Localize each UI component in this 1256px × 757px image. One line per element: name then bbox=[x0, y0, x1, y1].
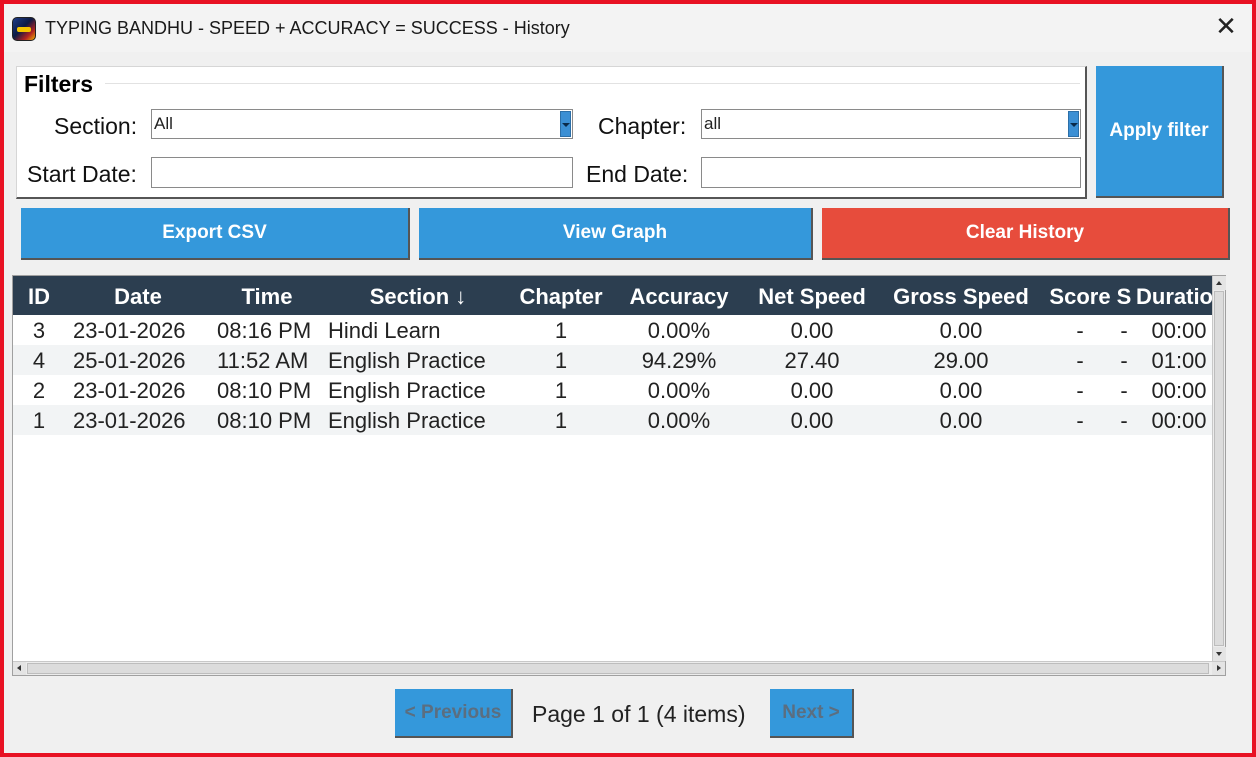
cell-time: 08:10 PM bbox=[217, 408, 312, 433]
scroll-up-icon[interactable] bbox=[1213, 276, 1226, 290]
cell-gross-speed: 0.00 bbox=[939, 378, 983, 403]
table-row[interactable]: 2 23-01-2026 08:10 PM English Practice 1… bbox=[13, 375, 1223, 405]
column-header-net-speed[interactable]: Net Speed bbox=[751, 276, 873, 315]
export-csv-button[interactable]: Export CSV bbox=[21, 208, 410, 260]
app-logo-icon bbox=[12, 17, 36, 41]
cell-section: English Practice bbox=[328, 408, 486, 433]
start-date-label: Start Date: bbox=[27, 161, 137, 187]
cell-duration: 00:00 bbox=[1151, 408, 1207, 433]
cell-score: - bbox=[1076, 348, 1084, 373]
cell-duration: 00:00 bbox=[1151, 318, 1207, 343]
cell-score: - bbox=[1076, 318, 1084, 343]
close-icon[interactable]: ✕ bbox=[1214, 14, 1238, 40]
column-header-section[interactable]: Section ↓ bbox=[343, 276, 493, 315]
cell-chapter: 1 bbox=[554, 378, 568, 403]
column-header-gross-speed[interactable]: Gross Speed bbox=[889, 276, 1033, 315]
cell-duration: 01:00 bbox=[1151, 348, 1207, 373]
chapter-dropdown-value: all bbox=[704, 114, 722, 133]
section-dropdown-value: All bbox=[154, 114, 173, 133]
start-date-input[interactable] bbox=[151, 157, 573, 188]
previous-page-button[interactable]: < Previous bbox=[395, 689, 513, 738]
cell-accuracy: 0.00% bbox=[647, 318, 711, 343]
cell-accuracy: 0.00% bbox=[647, 378, 711, 403]
cell-gross-speed: 0.00 bbox=[939, 318, 983, 343]
title-bar: TYPING BANDHU - SPEED + ACCURACY = SUCCE… bbox=[4, 4, 1252, 52]
horizontal-scroll-thumb[interactable] bbox=[27, 663, 1209, 674]
section-dropdown-arrow-icon[interactable] bbox=[560, 111, 571, 137]
cell-gross-speed: 29.00 bbox=[933, 348, 989, 373]
section-label: Section: bbox=[54, 113, 138, 139]
cell-date: 23-01-2026 bbox=[73, 378, 186, 403]
chapter-dropdown-arrow-icon[interactable] bbox=[1068, 111, 1079, 137]
cell-date: 23-01-2026 bbox=[73, 408, 186, 433]
column-header-accuracy[interactable]: Accuracy bbox=[623, 276, 735, 315]
cell-date: 25-01-2026 bbox=[73, 348, 186, 373]
cell-accuracy: 94.29% bbox=[641, 348, 717, 373]
cell-id: 1 bbox=[32, 408, 46, 433]
cell-score: - bbox=[1076, 378, 1084, 403]
filters-title: Filters bbox=[24, 71, 94, 97]
filters-panel: Filters Section: All Chapter: all Start … bbox=[16, 66, 1087, 199]
cell-id: 3 bbox=[32, 318, 46, 343]
vertical-scroll-thumb[interactable] bbox=[1214, 291, 1224, 646]
table-header: ID Date Time Section ↓ Chapter Accuracy … bbox=[13, 276, 1223, 315]
cell-net-speed: 0.00 bbox=[790, 378, 834, 403]
cell-s: - bbox=[1120, 378, 1128, 403]
page-info: Page 1 of 1 (4 items) bbox=[532, 701, 746, 727]
cell-section: English Practice bbox=[328, 348, 486, 373]
next-page-button[interactable]: Next > bbox=[770, 689, 854, 738]
column-header-date[interactable]: Date bbox=[71, 276, 205, 315]
chapter-label: Chapter: bbox=[598, 113, 687, 139]
history-table: ID Date Time Section ↓ Chapter Accuracy … bbox=[12, 275, 1226, 676]
column-header-id[interactable]: ID bbox=[17, 276, 61, 315]
view-graph-button[interactable]: View Graph bbox=[419, 208, 813, 260]
table-row[interactable]: 1 23-01-2026 08:10 PM English Practice 1… bbox=[13, 405, 1223, 435]
horizontal-scrollbar[interactable] bbox=[13, 661, 1225, 675]
cell-gross-speed: 0.00 bbox=[939, 408, 983, 433]
scroll-left-icon[interactable] bbox=[13, 662, 26, 675]
table-row[interactable]: 4 25-01-2026 11:52 AM English Practice 1… bbox=[13, 345, 1223, 375]
cell-chapter: 1 bbox=[554, 348, 568, 373]
cell-time: 11:52 AM bbox=[217, 348, 309, 373]
section-dropdown[interactable]: All bbox=[151, 109, 573, 139]
column-header-s[interactable]: S bbox=[1113, 276, 1135, 315]
cell-s: - bbox=[1120, 408, 1128, 433]
column-header-duration[interactable]: Duratio bbox=[1136, 276, 1223, 315]
cell-s: - bbox=[1120, 318, 1128, 343]
cell-score: - bbox=[1076, 408, 1084, 433]
cell-duration: 00:00 bbox=[1151, 378, 1207, 403]
cell-id: 4 bbox=[32, 348, 46, 373]
window-title: TYPING BANDHU - SPEED + ACCURACY = SUCCE… bbox=[45, 18, 570, 38]
column-header-time[interactable]: Time bbox=[213, 276, 321, 315]
end-date-input[interactable] bbox=[701, 157, 1081, 188]
cell-id: 2 bbox=[32, 378, 46, 403]
scroll-down-icon[interactable] bbox=[1213, 647, 1226, 661]
cell-net-speed: 0.00 bbox=[790, 408, 834, 433]
apply-filter-button[interactable]: Apply filter bbox=[1096, 66, 1224, 198]
cell-chapter: 1 bbox=[554, 318, 568, 343]
cell-date: 23-01-2026 bbox=[73, 318, 186, 343]
column-header-score[interactable]: Score bbox=[1047, 276, 1113, 315]
cell-accuracy: 0.00% bbox=[647, 408, 711, 433]
cell-net-speed: 0.00 bbox=[790, 318, 834, 343]
cell-time: 08:10 PM bbox=[217, 378, 312, 403]
cell-chapter: 1 bbox=[554, 408, 568, 433]
cell-net-speed: 27.40 bbox=[784, 348, 840, 373]
scroll-right-icon[interactable] bbox=[1212, 662, 1225, 675]
clear-history-button[interactable]: Clear History bbox=[822, 208, 1230, 260]
chapter-dropdown[interactable]: all bbox=[701, 109, 1081, 139]
filters-divider bbox=[105, 83, 1080, 84]
vertical-scrollbar[interactable] bbox=[1212, 276, 1226, 661]
end-date-label: End Date: bbox=[586, 161, 689, 187]
table-row[interactable]: 3 23-01-2026 08:16 PM Hindi Learn 1 0.00… bbox=[13, 315, 1223, 345]
cell-section: Hindi Learn bbox=[328, 318, 441, 343]
history-window: TYPING BANDHU - SPEED + ACCURACY = SUCCE… bbox=[4, 4, 1252, 753]
cell-section: English Practice bbox=[328, 378, 486, 403]
column-header-chapter[interactable]: Chapter bbox=[513, 276, 609, 315]
cell-time: 08:16 PM bbox=[217, 318, 312, 343]
cell-s: - bbox=[1120, 348, 1128, 373]
